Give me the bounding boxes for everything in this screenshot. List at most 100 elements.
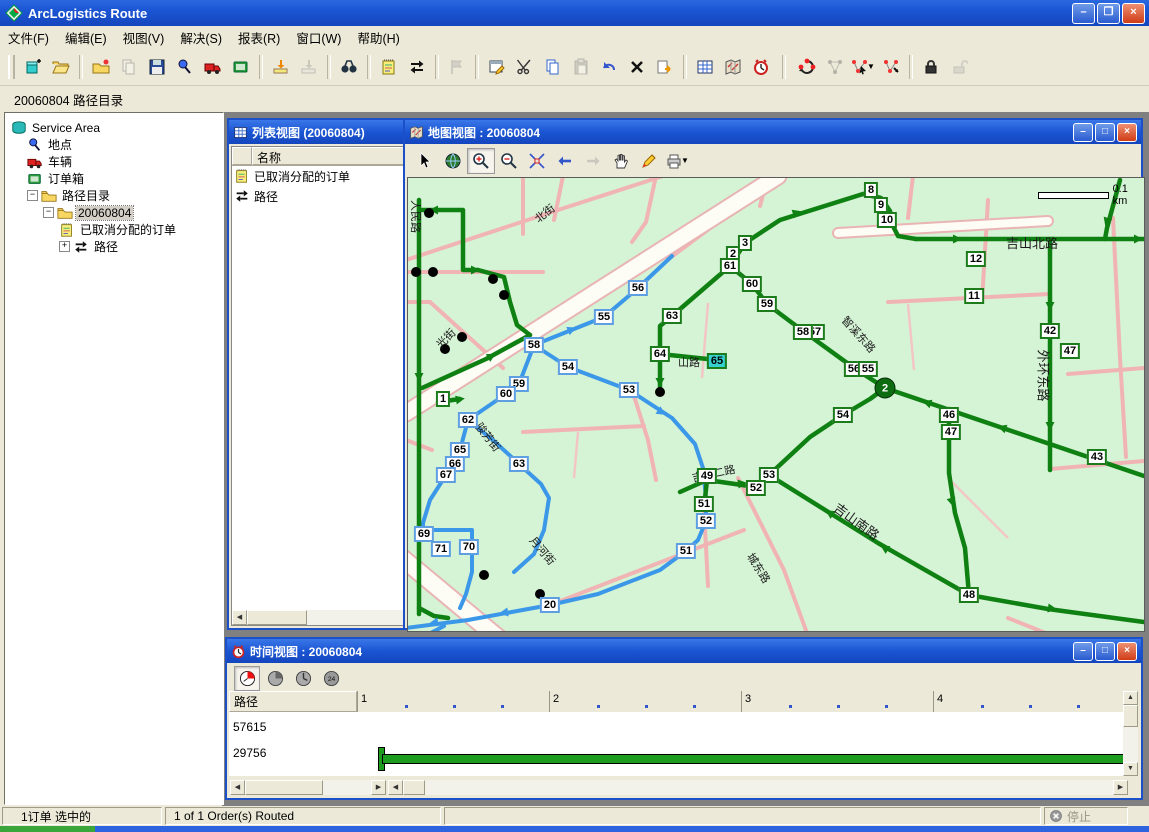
route-row-label[interactable]: 57615 xyxy=(233,720,266,734)
scroll-down-icon[interactable]: ▼ xyxy=(1123,762,1138,776)
blue-route-stop-53[interactable]: 53 xyxy=(619,382,639,398)
tree-item-已取消分配的订单[interactable]: 已取消分配的订单 xyxy=(5,221,223,238)
menu-5[interactable]: 报表(R) xyxy=(230,25,288,50)
green-route-stop-55[interactable]: 55 xyxy=(858,361,878,377)
blue-route-stop-69[interactable]: 69 xyxy=(414,526,434,542)
green-route-stop-63[interactable]: 63 xyxy=(662,308,682,324)
dropdown-caret-icon[interactable]: ▼ xyxy=(681,156,689,165)
blue-route-stop-56[interactable]: 56 xyxy=(628,280,648,296)
map-maximize-button[interactable]: □ xyxy=(1095,123,1115,142)
blue-route-stop-20[interactable]: 20 xyxy=(540,597,560,613)
minimize-button[interactable]: – xyxy=(1072,3,1095,24)
tree-item-label[interactable]: 已取消分配的订单 xyxy=(78,221,178,238)
name-column-header[interactable]: 名称 xyxy=(252,147,404,165)
new-folder-button[interactable] xyxy=(87,53,115,81)
menu-2[interactable]: 编辑(E) xyxy=(57,25,115,50)
quarter-day-view-button[interactable] xyxy=(234,666,260,691)
route-gantt-bar[interactable] xyxy=(382,754,1128,764)
blue-route-stop-63[interactable]: 63 xyxy=(509,456,529,472)
list-row-label[interactable]: 路径 xyxy=(254,188,278,205)
close-button[interactable]: × xyxy=(1122,3,1145,24)
stop-button[interactable]: 停止 xyxy=(1044,807,1128,825)
zoom-to-selected-tool[interactable] xyxy=(523,148,551,174)
scroll-thumb[interactable] xyxy=(245,780,323,795)
time-ruler[interactable]: 路径 1234 xyxy=(229,691,1128,712)
list-view-button[interactable] xyxy=(691,53,719,81)
collapse-icon[interactable]: − xyxy=(43,207,54,218)
tree-item-订单箱[interactable]: 订单箱 xyxy=(5,170,223,187)
tree-item-路径[interactable]: + 路径 xyxy=(5,238,223,255)
expand-icon[interactable]: + xyxy=(59,241,70,252)
half-day-view-button[interactable] xyxy=(262,666,288,691)
zoom-out-tool[interactable] xyxy=(495,148,523,174)
select-tool[interactable] xyxy=(411,148,439,174)
menu-3[interactable]: 视图(V) xyxy=(115,25,173,50)
green-route-stop-49[interactable]: 49 xyxy=(697,468,717,484)
draw-tool[interactable] xyxy=(635,148,663,174)
green-route-stop-1[interactable]: 1 xyxy=(436,391,450,407)
dropdown-caret-icon[interactable]: ▼ xyxy=(867,62,875,71)
restore-button[interactable]: ❐ xyxy=(1097,3,1120,24)
time-minimize-button[interactable]: – xyxy=(1073,642,1093,661)
scroll-left-icon[interactable]: ◀ xyxy=(230,780,245,795)
reassign-button[interactable]: ▼ xyxy=(849,53,877,81)
map-view-title-bar[interactable]: 地图视图 : 20060804 – □ × xyxy=(405,120,1141,144)
green-route-stop-9[interactable]: 9 xyxy=(874,197,888,213)
green-route-stop-3[interactable]: 3 xyxy=(738,235,752,251)
menu-7[interactable]: 帮助(H) xyxy=(349,25,407,50)
properties-button[interactable] xyxy=(483,53,511,81)
collapse-icon[interactable]: − xyxy=(27,190,38,201)
unassign-button[interactable] xyxy=(877,53,905,81)
menu-4[interactable]: 解决(S) xyxy=(172,25,230,50)
copy-to-button[interactable] xyxy=(651,53,679,81)
scroll-thumb[interactable] xyxy=(1123,705,1138,727)
blue-route-stop-67[interactable]: 67 xyxy=(436,467,456,483)
tree-item-Service Area[interactable]: Service Area xyxy=(5,119,223,136)
time-right-scrollbar[interactable]: ◀ ▶ xyxy=(388,780,1128,795)
new-database-button[interactable] xyxy=(19,53,47,81)
full-extent-tool[interactable] xyxy=(439,148,467,174)
tree-item-label[interactable]: 地点 xyxy=(46,136,74,153)
tree-item-label[interactable]: 20060804 xyxy=(76,206,133,220)
route-column-header[interactable]: 路径 xyxy=(229,691,357,712)
back-extent-tool[interactable] xyxy=(551,148,579,174)
tree-item-label[interactable]: 路径 xyxy=(92,238,120,255)
map-view-button[interactable] xyxy=(719,53,747,81)
find-button[interactable] xyxy=(335,53,363,81)
blue-route-stop-71[interactable]: 71 xyxy=(431,541,451,557)
route-depot-marker-2[interactable]: 2 xyxy=(875,378,896,399)
green-route-stop-60[interactable]: 60 xyxy=(742,276,762,292)
scroll-thumb[interactable] xyxy=(247,610,307,625)
menu-6[interactable]: 窗口(W) xyxy=(288,25,349,50)
resize-grip[interactable] xyxy=(1131,807,1147,825)
full-day-view-button[interactable] xyxy=(290,666,316,691)
green-route-stop-59[interactable]: 59 xyxy=(757,296,777,312)
open-button[interactable] xyxy=(47,53,75,81)
green-route-stop-11[interactable]: 11 xyxy=(964,288,984,304)
map-close-button[interactable]: × xyxy=(1117,123,1137,142)
green-route-stop-64[interactable]: 64 xyxy=(650,346,670,362)
green-route-stop-46[interactable]: 46 xyxy=(939,407,959,423)
green-route-stop-61[interactable]: 61 xyxy=(720,258,740,274)
locations-button[interactable] xyxy=(171,53,199,81)
green-route-stop-10[interactable]: 10 xyxy=(877,212,897,228)
tree-item-label[interactable]: 路径目录 xyxy=(60,187,112,204)
tree-item-车辆[interactable]: 车辆 xyxy=(5,153,223,170)
blue-route-stop-52[interactable]: 52 xyxy=(696,513,716,529)
tree-item-label[interactable]: 订单箱 xyxy=(46,170,86,187)
green-route-stop-48[interactable]: 48 xyxy=(959,587,979,603)
green-route-stop-47[interactable]: 47 xyxy=(941,424,961,440)
blue-route-stop-55[interactable]: 55 xyxy=(594,309,614,325)
print-tool[interactable]: ▼ xyxy=(663,148,691,174)
blue-route-stop-70[interactable]: 70 xyxy=(459,539,479,555)
delete-button[interactable] xyxy=(623,53,651,81)
map-canvas[interactable]: 0.1 km 人民路北街光街山路智溪东路吉山北路外环东路吉山二路吉山南路城东路月… xyxy=(407,177,1145,632)
hour-24-view-button[interactable]: 24 xyxy=(318,666,344,691)
green-route-stop-47[interactable]: 47 xyxy=(1060,343,1080,359)
tree-item-路径目录[interactable]: − 路径目录 xyxy=(5,187,223,204)
orders-list-button[interactable] xyxy=(375,53,403,81)
lock-button[interactable] xyxy=(917,53,945,81)
save-button[interactable] xyxy=(143,53,171,81)
scroll-left-icon[interactable]: ◀ xyxy=(388,780,403,795)
zoom-in-tool[interactable] xyxy=(467,148,495,174)
